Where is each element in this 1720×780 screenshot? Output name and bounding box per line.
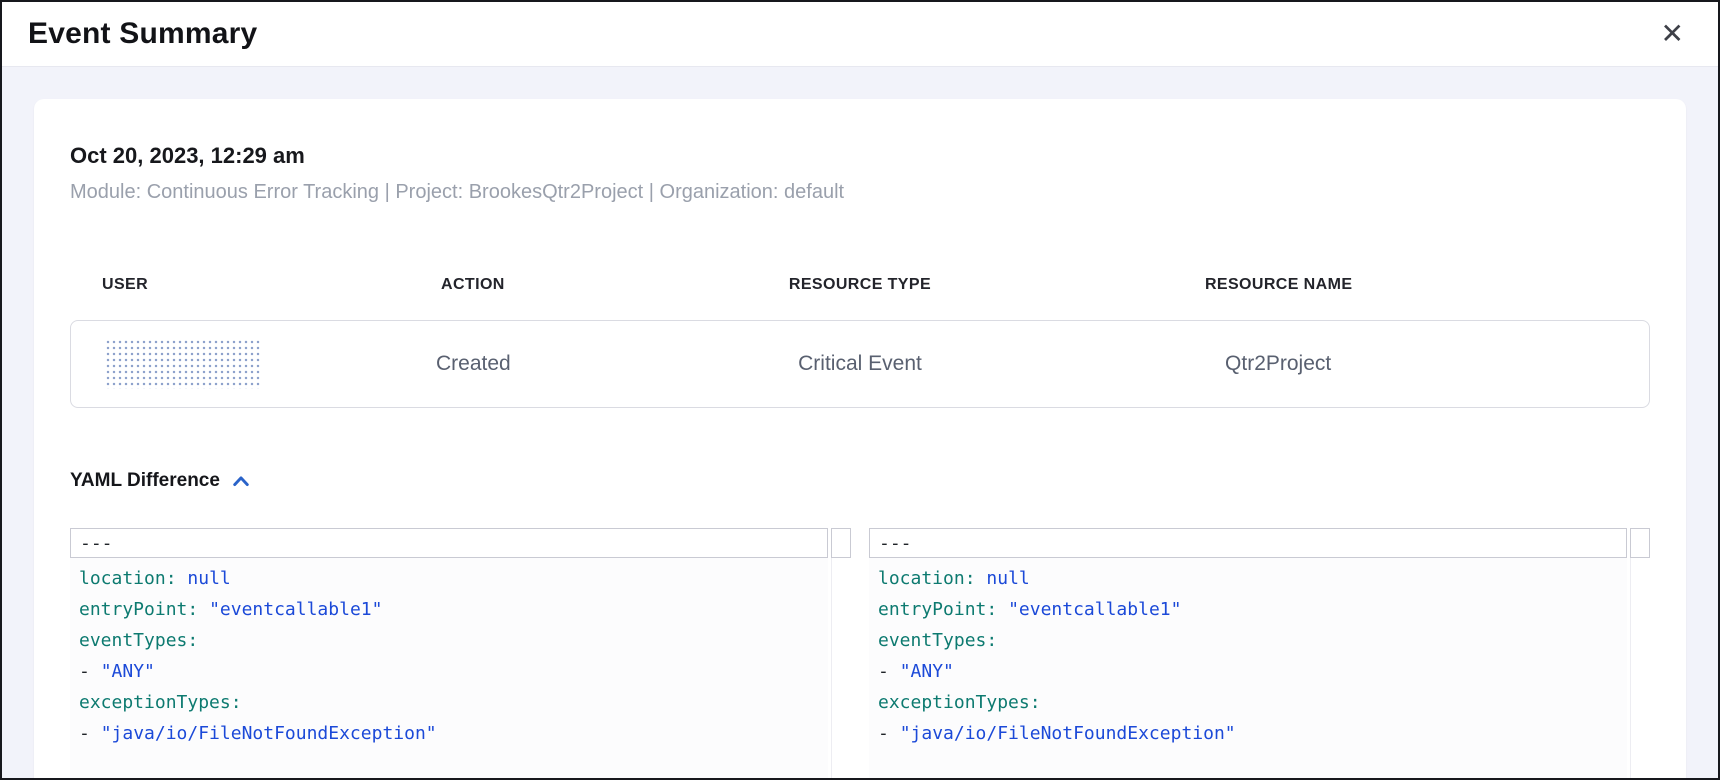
- yaml-code-line: eventTypes:: [878, 625, 1627, 656]
- yaml-difference-toggle[interactable]: YAML Difference: [70, 470, 252, 492]
- yaml-code-line: entryPoint: "eventcallable1": [79, 594, 828, 625]
- diff-first-line: ---: [869, 528, 1627, 558]
- cell-user: [71, 339, 292, 389]
- diff-first-line: ---: [70, 528, 828, 558]
- yaml-code-line: - "ANY": [79, 656, 828, 687]
- event-meta: Module: Continuous Error Tracking | Proj…: [70, 181, 1650, 204]
- diff-scrollbar-corner: [1630, 528, 1650, 558]
- event-summary-modal: Event Summary ✕ Oct 20, 2023, 12:29 am M…: [0, 0, 1720, 780]
- event-table-row: Created Critical Event Qtr2Project: [70, 320, 1650, 408]
- yaml-code-line: exceptionTypes:: [878, 687, 1627, 718]
- yaml-code-line: location: null: [878, 563, 1627, 594]
- diff-panel-main: location: nullentryPoint: "eventcallable…: [70, 558, 851, 778]
- column-header-resource-type: RESOURCE TYPE: [655, 276, 1066, 294]
- diff-scrollbar-corner: [831, 528, 851, 558]
- column-header-action: ACTION: [291, 276, 654, 294]
- yaml-code-original: location: nullentryPoint: "eventcallable…: [70, 558, 828, 778]
- yaml-code-line: location: null: [79, 563, 828, 594]
- event-timestamp: Oct 20, 2023, 12:29 am: [70, 143, 1650, 169]
- cell-action: Created: [292, 352, 655, 376]
- close-button[interactable]: ✕: [1657, 18, 1688, 50]
- cell-resource-type: Critical Event: [655, 352, 1065, 376]
- yaml-code-line: exceptionTypes:: [79, 687, 828, 718]
- yaml-diff-panel-modified: --- location: nullentryPoint: "eventcall…: [869, 528, 1650, 778]
- yaml-code-line: entryPoint: "eventcallable1": [878, 594, 1627, 625]
- event-card: Oct 20, 2023, 12:29 am Module: Continuou…: [34, 99, 1686, 778]
- modal-title: Event Summary: [28, 17, 257, 51]
- diff-panel-top: ---: [869, 528, 1650, 558]
- diff-scrollbar[interactable]: [1630, 558, 1650, 778]
- modal-body: Oct 20, 2023, 12:29 am Module: Continuou…: [2, 66, 1718, 778]
- close-icon: ✕: [1661, 18, 1684, 49]
- user-redacted-pattern: [105, 339, 262, 389]
- yaml-diff-container: --- location: nullentryPoint: "eventcall…: [70, 528, 1650, 778]
- cell-resource-name: Qtr2Project: [1065, 352, 1491, 376]
- diff-panel-top: ---: [70, 528, 851, 558]
- chevron-up-icon[interactable]: [230, 472, 252, 490]
- modal-header: Event Summary ✕: [2, 2, 1718, 66]
- yaml-diff-panel-original: --- location: nullentryPoint: "eventcall…: [70, 528, 851, 778]
- column-header-resource-name: RESOURCE NAME: [1065, 276, 1492, 294]
- diff-panel-main: location: nullentryPoint: "eventcallable…: [869, 558, 1650, 778]
- yaml-code-line: - "java/io/FileNotFoundException": [79, 718, 828, 749]
- diff-scrollbar[interactable]: [831, 558, 851, 778]
- yaml-code-line: - "java/io/FileNotFoundException": [878, 718, 1627, 749]
- event-table-headers: USER ACTION RESOURCE TYPE RESOURCE NAME: [70, 276, 1650, 294]
- yaml-difference-label: YAML Difference: [70, 470, 220, 492]
- column-header-user: USER: [70, 276, 291, 294]
- yaml-code-line: eventTypes:: [79, 625, 828, 656]
- yaml-code-modified: location: nullentryPoint: "eventcallable…: [869, 558, 1627, 778]
- yaml-code-line: - "ANY": [878, 656, 1627, 687]
